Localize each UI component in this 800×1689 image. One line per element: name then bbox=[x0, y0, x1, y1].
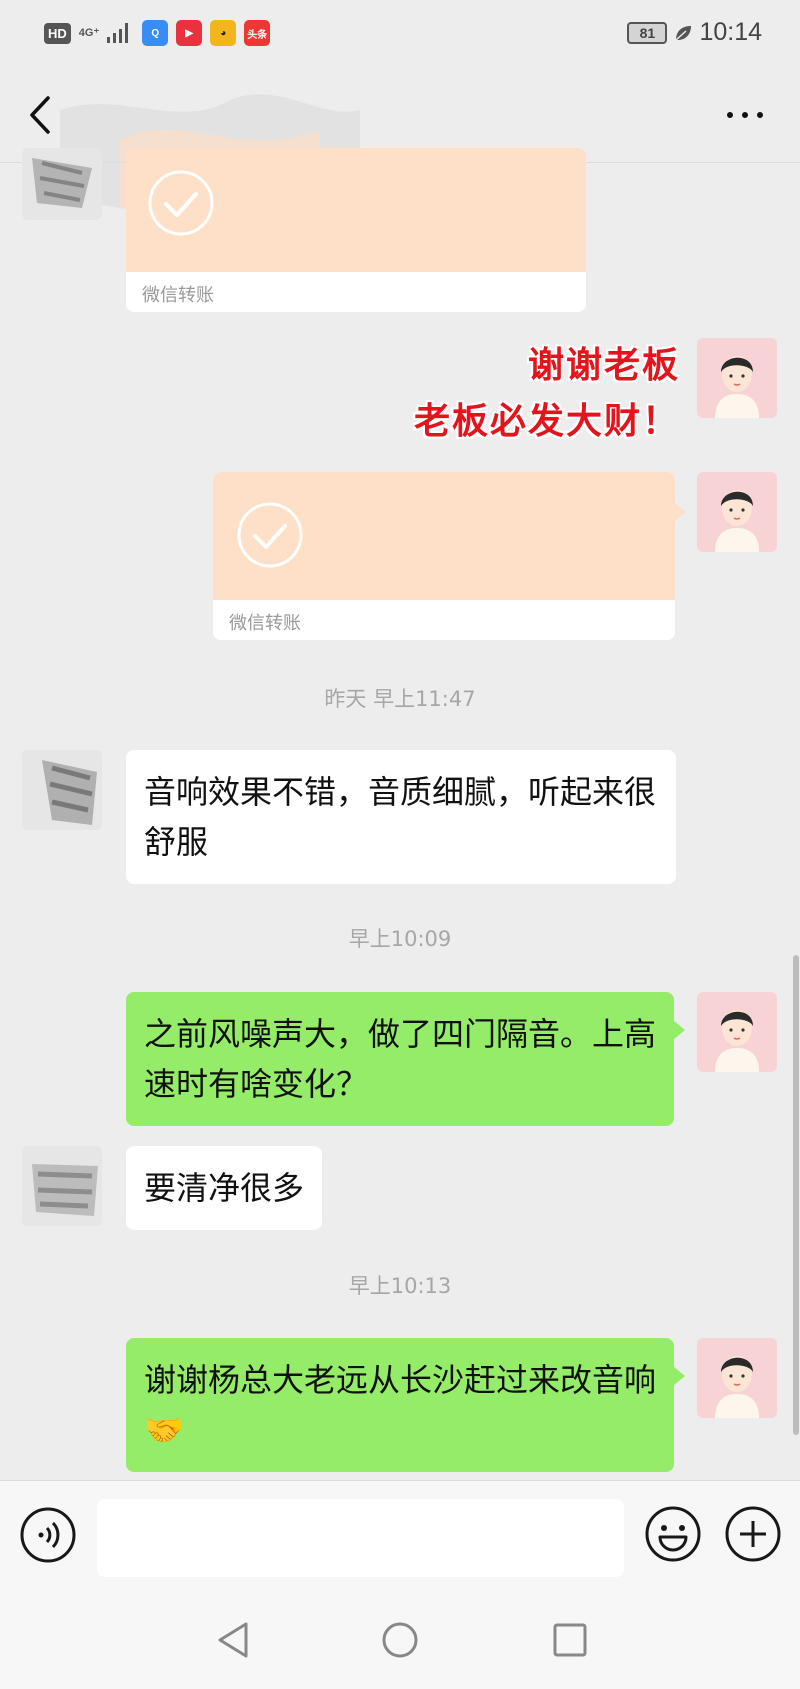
add-more-icon[interactable] bbox=[724, 1505, 782, 1563]
contact-avatar[interactable] bbox=[22, 1146, 102, 1226]
message-bubble-incoming[interactable]: 要清净很多 bbox=[126, 1146, 323, 1230]
message-bubble-outgoing[interactable]: 谢谢杨总大老远从长沙赶过来改音响 🤝 bbox=[126, 1338, 685, 1472]
network-type: 4G⁺ bbox=[78, 26, 100, 39]
thanks-sticker[interactable]: 谢谢老板 老板必发大财！ bbox=[360, 338, 680, 450]
sticker-line: 老板必发大财！ bbox=[413, 401, 680, 442]
my-avatar[interactable] bbox=[697, 1338, 777, 1418]
video-app-icon: ▶ bbox=[176, 20, 203, 46]
blurred-avatar-icon bbox=[32, 158, 92, 208]
timestamp: 早上10:09 bbox=[348, 927, 452, 951]
contact-avatar[interactable] bbox=[22, 750, 102, 830]
scrollbar[interactable] bbox=[793, 955, 799, 1435]
girl-avatar-icon bbox=[715, 1356, 759, 1418]
my-avatar[interactable] bbox=[697, 338, 777, 418]
message-bubble-incoming[interactable]: 音响效果不错，音质细腻，听起来很舒服 bbox=[126, 750, 676, 884]
system-nav-bar bbox=[0, 1592, 800, 1689]
input-bar bbox=[0, 1480, 800, 1592]
message-text: 谢谢杨总大老远从长沙赶过来改音响 bbox=[144, 1361, 657, 1399]
girl-avatar-icon bbox=[715, 356, 759, 418]
battery-icon: 81 bbox=[627, 21, 668, 44]
emoji-icon[interactable] bbox=[644, 1505, 702, 1563]
check-icon bbox=[148, 170, 214, 236]
hd-indicator: HD bbox=[44, 22, 71, 44]
transfer-label: 微信转账 bbox=[213, 600, 675, 640]
my-avatar[interactable] bbox=[697, 992, 777, 1072]
timestamp: 昨天 早上11:47 bbox=[324, 687, 476, 711]
handshake-emoji: 🤝 bbox=[144, 1411, 184, 1449]
signal-icon bbox=[107, 23, 129, 43]
check-icon bbox=[237, 502, 303, 568]
nav-back-icon[interactable] bbox=[212, 1618, 252, 1662]
clock: 10:14 bbox=[699, 18, 762, 46]
girl-avatar-icon bbox=[715, 490, 759, 552]
transfer-card-outgoing[interactable]: 微信转账 bbox=[213, 472, 686, 640]
my-avatar[interactable] bbox=[697, 472, 777, 552]
back-arrow-icon[interactable] bbox=[22, 90, 62, 140]
status-bar: HD 4G⁺ Q ▶ ◕ 头条 81 10:14 bbox=[0, 0, 800, 70]
contact-avatar[interactable] bbox=[22, 148, 102, 220]
blurred-avatar-icon bbox=[32, 1164, 98, 1216]
nav-recents-icon[interactable] bbox=[550, 1618, 590, 1662]
emoji-app-icon: ◕ bbox=[210, 20, 237, 46]
sticker-line: 谢谢老板 bbox=[527, 345, 680, 386]
leaf-icon bbox=[675, 25, 692, 41]
message-bubble-outgoing[interactable]: 之前风噪声大，做了四门隔音。上高速时有啥变化？ bbox=[126, 992, 685, 1126]
voice-input-icon[interactable] bbox=[20, 1507, 76, 1563]
girl-avatar-icon bbox=[715, 1010, 759, 1072]
toutiao-icon: 头条 bbox=[244, 20, 271, 46]
timestamp: 早上10:13 bbox=[348, 1274, 452, 1298]
blurred-avatar-icon bbox=[42, 760, 97, 825]
nav-home-icon[interactable] bbox=[380, 1618, 420, 1662]
more-options-icon[interactable] bbox=[720, 104, 770, 126]
message-input[interactable] bbox=[97, 1499, 624, 1577]
qq-browser-icon: Q bbox=[142, 20, 169, 46]
transfer-card-incoming[interactable]: 微信转账 bbox=[126, 148, 586, 312]
transfer-label: 微信转账 bbox=[142, 285, 214, 306]
